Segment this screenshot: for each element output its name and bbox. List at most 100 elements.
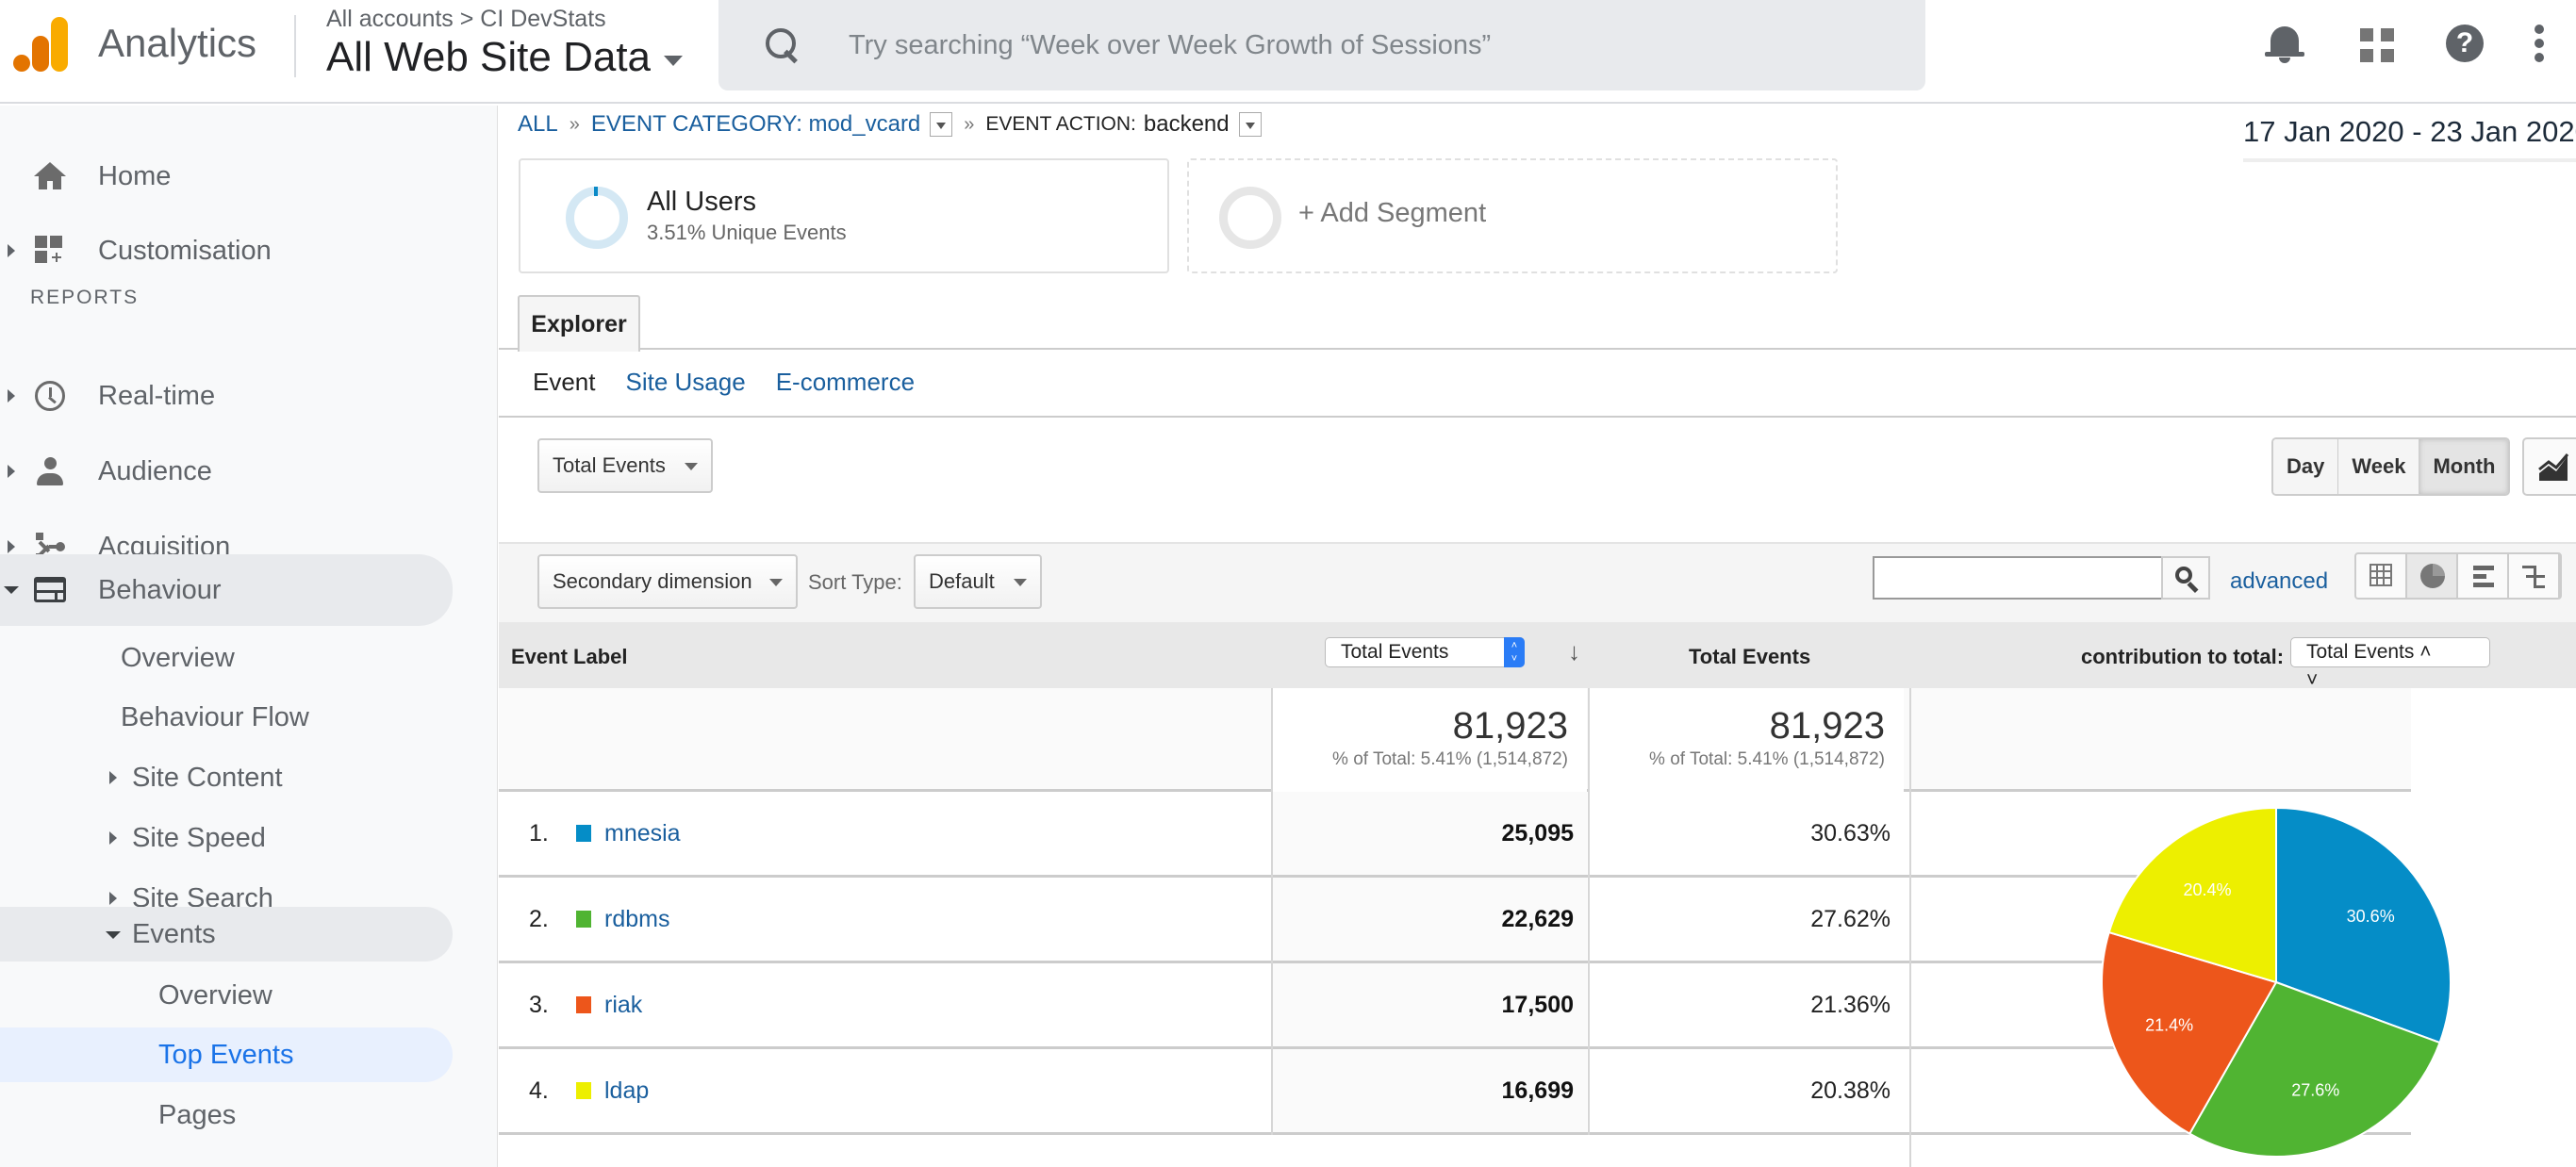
- period-day-button[interactable]: Day: [2273, 439, 2338, 494]
- date-range-picker[interactable]: 17 Jan 2020 - 23 Jan 2020: [2243, 115, 2576, 162]
- view-performance-button[interactable]: [2458, 554, 2509, 598]
- sidebar-item-real-time[interactable]: Real-time: [0, 363, 453, 429]
- person-icon: [34, 455, 66, 487]
- period-week-button[interactable]: Week: [2338, 439, 2419, 494]
- sidebar-item-label: Overview: [158, 980, 272, 1011]
- tab-explorer[interactable]: Explorer: [518, 295, 640, 352]
- subtab-event[interactable]: Event: [533, 368, 596, 397]
- event-label-link[interactable]: mnesia: [604, 820, 681, 847]
- row-contribution: 30.63%: [1589, 792, 1904, 875]
- table-toolbar: Secondary dimension Sort Type: Default a…: [499, 542, 2576, 622]
- sidebar-item-behaviour[interactable]: Behaviour: [0, 554, 453, 626]
- sidebar-item-site-speed[interactable]: Site Speed: [0, 805, 453, 871]
- total-primary: 81,923 % of Total: 5.41% (1,514,872): [1272, 688, 1587, 792]
- table-filter-input[interactable]: [1873, 556, 2161, 600]
- sidebar-item-audience[interactable]: Audience: [0, 438, 453, 504]
- pie-label-riak: 21.4%: [2145, 1015, 2193, 1034]
- row-index: 1.: [529, 820, 549, 847]
- metric-column-select[interactable]: Total Events ˄˅: [1325, 637, 1525, 667]
- help-icon[interactable]: ?: [2444, 21, 2485, 66]
- column-divider: [1909, 688, 1911, 1167]
- view-comparison-button[interactable]: [2509, 554, 2560, 598]
- metric-select[interactable]: Total Events: [537, 438, 713, 493]
- legend-swatch: [576, 1082, 591, 1099]
- report-main: ALL » EVENT CATEGORY: mod_vcard » EVENT …: [499, 106, 2576, 1167]
- behaviour-icon: [34, 574, 66, 606]
- sidebar-item-behaviour-flow[interactable]: Behaviour Flow: [0, 684, 453, 750]
- top-bar: Analytics All accounts > CI DevStats All…: [0, 0, 2576, 104]
- column-header-total-events[interactable]: Total Events: [1689, 645, 1810, 669]
- sidebar-item-top-events[interactable]: Top Events: [0, 1027, 453, 1082]
- sort-type-select[interactable]: Default: [914, 554, 1042, 609]
- table-filter-search-button[interactable]: [2161, 556, 2210, 600]
- sidebar-item-behaviour-overview[interactable]: Overview: [0, 625, 453, 691]
- contribution-select[interactable]: Total Events ˄˅: [2290, 637, 2490, 667]
- expand-arrow-icon: [109, 831, 117, 845]
- sidebar-item-events[interactable]: Events: [0, 907, 453, 962]
- sidebar-item-label: Overview: [121, 643, 235, 674]
- apps-icon[interactable]: [2353, 21, 2395, 66]
- row-contribution: 27.62%: [1589, 878, 1904, 961]
- table-view-toggle: [2354, 552, 2562, 600]
- column-divider: [1588, 688, 1590, 1135]
- subtab-e-commerce[interactable]: E-commerce: [776, 368, 915, 397]
- sidebar-item-label: Top Events: [158, 1040, 293, 1071]
- expand-arrow-icon: [109, 771, 117, 784]
- column-header-event-label[interactable]: Event Label: [511, 645, 627, 669]
- total-primary-sub: % of Total: 5.41% (1,514,872): [1272, 749, 1568, 770]
- sidebar-item-home[interactable]: Home: [0, 143, 453, 209]
- view-percentage-button[interactable]: [2407, 554, 2458, 598]
- segment-title: All Users: [647, 187, 756, 218]
- breadcrumb-action-value: backend: [1144, 111, 1230, 138]
- row-contribution: 21.36%: [1589, 963, 1904, 1046]
- breadcrumb-separator: »: [570, 114, 580, 136]
- sidebar-item-site-content[interactable]: Site Content: [0, 745, 453, 811]
- sidebar-item-label: Behaviour Flow: [121, 702, 309, 733]
- analytics-logo-icon[interactable]: [13, 17, 66, 74]
- breadcrumb-all-link[interactable]: ALL: [518, 111, 558, 138]
- property-selector[interactable]: All Web Site Data: [326, 34, 683, 81]
- contribution-pie-chart: 30.6%27.6%21.4%20.4%: [2097, 803, 2455, 1161]
- search-input[interactable]: Try searching “Week over Week Growth of …: [718, 0, 1925, 90]
- sidebar-item-pages[interactable]: Pages: [0, 1088, 453, 1142]
- subtab-site-usage[interactable]: Site Usage: [626, 368, 746, 397]
- divider: [294, 15, 296, 77]
- divider: [499, 416, 2576, 418]
- account-breadcrumb[interactable]: All accounts > CI DevStats: [326, 6, 606, 33]
- sidebar-item-customisation[interactable]: Customisation: [0, 218, 453, 284]
- sort-type-label: Sort Type:: [808, 570, 902, 595]
- reports-heading: REPORTS: [30, 287, 139, 309]
- table-header: Event Label Total Events ˄˅ ↓ Total Even…: [499, 622, 2576, 688]
- expand-arrow-icon: [8, 465, 15, 478]
- total-primary-value: 81,923: [1272, 705, 1568, 748]
- chart-type-button[interactable]: [2522, 437, 2576, 496]
- period-month-button[interactable]: Month: [2419, 439, 2508, 494]
- home-icon: [34, 162, 66, 194]
- row-total-events: 17,500: [1272, 963, 1587, 1046]
- sidebar-item-events-overview[interactable]: Overview: [0, 968, 453, 1023]
- secondary-dimension-select[interactable]: Secondary dimension: [537, 554, 798, 609]
- action-dropdown-icon[interactable]: [1239, 112, 1262, 137]
- bell-icon[interactable]: [2263, 21, 2304, 66]
- sidebar-item-label: Real-time: [98, 381, 215, 412]
- view-data-table-button[interactable]: [2356, 554, 2407, 598]
- event-label-link[interactable]: ldap: [604, 1077, 649, 1105]
- secondary-dimension-label: Secondary dimension: [553, 569, 752, 594]
- row-total-events: 22,629: [1272, 878, 1587, 961]
- sort-descending-icon[interactable]: ↓: [1568, 637, 1580, 666]
- expand-arrow-icon: [8, 540, 15, 553]
- event-label-link[interactable]: rdbms: [604, 906, 669, 933]
- more-vert-icon[interactable]: [2535, 21, 2548, 66]
- sidebar-item-label: Customisation: [98, 236, 272, 267]
- column-divider: [1271, 688, 1273, 1135]
- segment-all-users[interactable]: All Users 3.51% Unique Events: [519, 158, 1169, 273]
- breadcrumb-category-link[interactable]: EVENT CATEGORY: mod_vcard: [591, 111, 920, 138]
- advanced-filter-link[interactable]: advanced: [2230, 568, 2328, 595]
- event-label-link[interactable]: riak: [604, 992, 642, 1019]
- sort-type-value: Default: [929, 569, 995, 594]
- category-dropdown-icon[interactable]: [930, 112, 952, 137]
- add-segment-button[interactable]: + Add Segment: [1187, 158, 1838, 273]
- select-stepper-icon: ˄˅: [1504, 637, 1525, 667]
- period-toggle: Day Week Month: [2271, 437, 2510, 496]
- totals-row: 81,923 % of Total: 5.41% (1,514,872) 81,…: [499, 688, 2411, 792]
